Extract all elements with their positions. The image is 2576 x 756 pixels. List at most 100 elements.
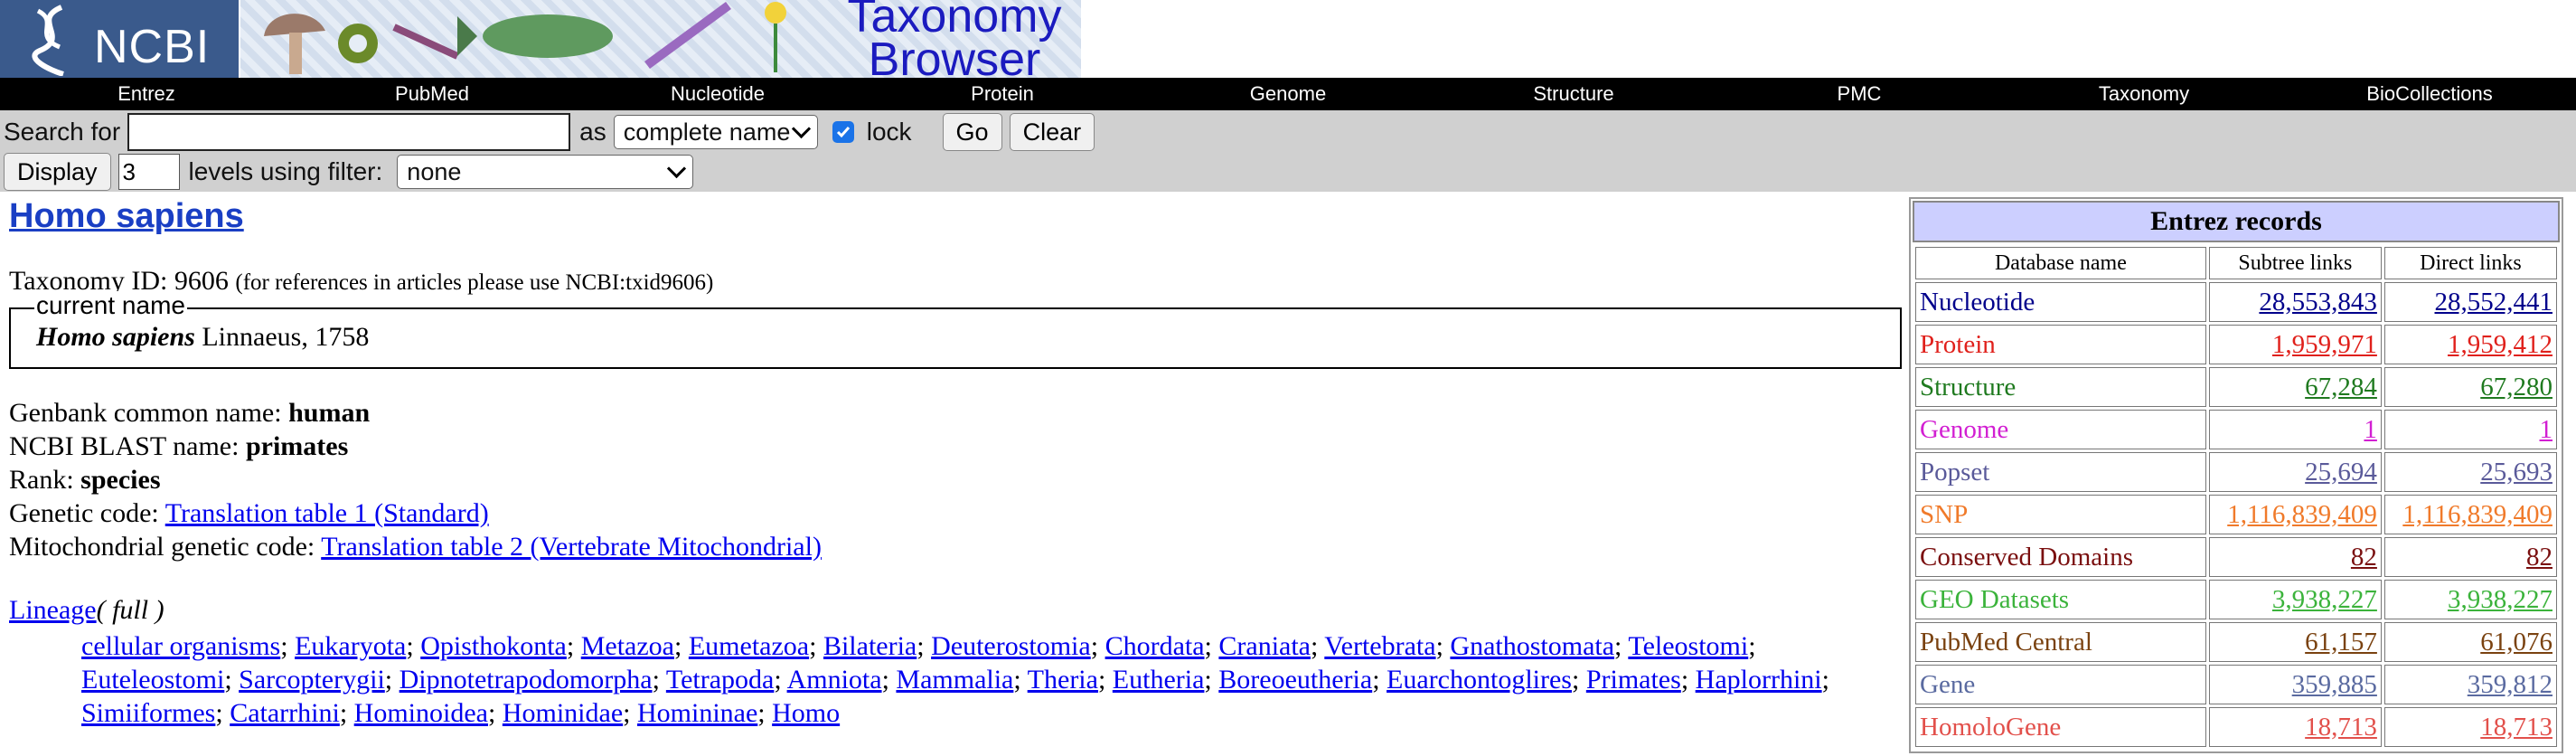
direct-links-cell-text[interactable]: 82 bbox=[2526, 543, 2552, 572]
lineage-item[interactable]: Metazoa bbox=[581, 631, 674, 661]
lineage-separator: ; bbox=[917, 631, 932, 661]
lineage-item[interactable]: Sarcopterygii bbox=[239, 665, 385, 695]
lineage-item[interactable]: Homo bbox=[772, 698, 840, 728]
search-input[interactable] bbox=[127, 113, 571, 151]
direct-links-cell-text[interactable]: 28,552,441 bbox=[2435, 288, 2553, 317]
lineage-item[interactable]: Gnathostomata bbox=[1450, 631, 1614, 661]
subtree-links-cell-text[interactable]: 1,959,971 bbox=[2272, 330, 2377, 359]
subtree-links-cell-text[interactable]: 1,116,839,409 bbox=[2227, 500, 2377, 529]
nav-item-taxonomy[interactable]: Taxonomy bbox=[2099, 78, 2189, 110]
lineage-item[interactable]: Craniata bbox=[1218, 631, 1311, 661]
direct-links-cell-text[interactable]: 18,713 bbox=[2480, 713, 2552, 742]
table-row: Conserved Domains 82 82 bbox=[1915, 537, 2557, 577]
lineage-item[interactable]: Primates bbox=[1586, 665, 1681, 695]
lineage-item[interactable]: Haplorrhini bbox=[1696, 665, 1822, 695]
levels-label: levels using filter: bbox=[188, 157, 383, 185]
display-button[interactable]: Display bbox=[4, 153, 111, 191]
database-name-cell: Protein bbox=[1915, 325, 2206, 364]
search-panel: Search for as complete name lock Go Clea… bbox=[0, 110, 2576, 192]
lineage-item[interactable]: Teleostomi bbox=[1628, 631, 1748, 661]
direct-links-cell-text[interactable]: 3,938,227 bbox=[2448, 585, 2552, 614]
taxon-title-link[interactable]: Homo sapiens bbox=[9, 197, 244, 236]
lineage-separator: ; bbox=[774, 665, 787, 695]
mito-code-link[interactable]: Translation table 2 (Vertebrate Mitochon… bbox=[321, 532, 822, 562]
lineage-item[interactable]: Tetrapoda bbox=[666, 665, 775, 695]
lineage-separator: ; bbox=[1680, 665, 1696, 695]
lineage-item[interactable]: Boreoeutheria bbox=[1218, 665, 1372, 695]
lineage-separator: ; bbox=[384, 665, 400, 695]
direct-links-cell-text[interactable]: 1,116,839,409 bbox=[2402, 500, 2552, 529]
blast-name-line: NCBI BLAST name: primates bbox=[9, 431, 348, 462]
direct-links-cell-text[interactable]: 359,812 bbox=[2468, 670, 2552, 699]
subtree-links-cell-text[interactable]: 1 bbox=[2364, 415, 2377, 444]
lineage-item[interactable]: Theria bbox=[1028, 665, 1098, 695]
nav-item-nucleotide[interactable]: Nucleotide bbox=[671, 78, 765, 110]
lineage-full-toggle[interactable]: ( full ) bbox=[97, 595, 165, 625]
direct-links-cell: 18,713 bbox=[2383, 707, 2557, 747]
lineage-item[interactable]: Hominidae bbox=[503, 698, 623, 728]
lineage-item[interactable]: Euarchontoglires bbox=[1387, 665, 1572, 695]
nav-item-genome[interactable]: Genome bbox=[1250, 78, 1326, 110]
subtree-links-cell-text[interactable]: 67,284 bbox=[2305, 373, 2377, 402]
direct-links-cell-text[interactable]: 67,280 bbox=[2480, 373, 2552, 402]
nav-item-pmc[interactable]: PMC bbox=[1838, 78, 1882, 110]
lineage-item[interactable]: Simiiformes bbox=[81, 698, 215, 728]
subtree-links-cell: 82 bbox=[2208, 537, 2382, 577]
column-header-database: Database name bbox=[1915, 247, 2206, 279]
lineage-item[interactable]: Homininae bbox=[637, 698, 757, 728]
lineage-item[interactable]: Amniota bbox=[787, 665, 882, 695]
table-row: Protein 1,959,971 1,959,412 bbox=[1915, 325, 2557, 364]
lineage-item[interactable]: Eumetazoa bbox=[689, 631, 809, 661]
lineage-item[interactable]: Bilateria bbox=[823, 631, 917, 661]
lineage-item[interactable]: Dipnotetrapodomorpha bbox=[400, 665, 653, 695]
go-button[interactable]: Go bbox=[942, 113, 1002, 151]
lineage-item[interactable]: Euteleostomi bbox=[81, 665, 224, 695]
lineage-item[interactable]: Eukaryota bbox=[295, 631, 406, 661]
lineage-separator: ; bbox=[1571, 665, 1586, 695]
lineage-separator: ; bbox=[1311, 631, 1325, 661]
database-name-cell: Genome bbox=[1915, 410, 2206, 449]
subtree-links-cell-text[interactable]: 28,553,843 bbox=[2259, 288, 2377, 317]
search-for-label: Search for bbox=[4, 118, 121, 146]
subtree-links-cell-text[interactable]: 359,885 bbox=[2292, 670, 2377, 699]
lineage-item[interactable]: Opisthokonta bbox=[420, 631, 567, 661]
direct-links-cell-text[interactable]: 25,693 bbox=[2480, 458, 2552, 487]
subtree-links-cell-text[interactable]: 61,157 bbox=[2305, 628, 2377, 657]
nav-item-pubmed[interactable]: PubMed bbox=[395, 78, 469, 110]
search-row: Search for as complete name lock Go Clea… bbox=[4, 112, 1095, 152]
nav-item-structure[interactable]: Structure bbox=[1533, 78, 1613, 110]
name-type-select[interactable]: complete name bbox=[613, 115, 818, 149]
subtree-links-cell-text[interactable]: 82 bbox=[2351, 543, 2377, 572]
nav-item-entrez[interactable]: Entrez bbox=[118, 78, 175, 110]
lineage-item[interactable]: Chordata bbox=[1105, 631, 1205, 661]
lineage-item[interactable]: cellular organisms bbox=[81, 631, 280, 661]
database-name-cell-text: SNP bbox=[1920, 499, 1969, 529]
subtree-links-cell-text[interactable]: 18,713 bbox=[2305, 713, 2377, 742]
lineage-separator: ; bbox=[339, 698, 354, 728]
lineage-item[interactable]: Vertebrata bbox=[1324, 631, 1435, 661]
as-label: as bbox=[579, 118, 606, 146]
nav-item-biocollections[interactable]: BioCollections bbox=[2366, 78, 2492, 110]
lineage-item[interactable]: Eutheria bbox=[1113, 665, 1205, 695]
subtree-links-cell-text[interactable]: 25,694 bbox=[2305, 458, 2377, 487]
lineage-link[interactable]: Lineage bbox=[9, 595, 97, 625]
subtree-links-cell: 3,938,227 bbox=[2208, 580, 2382, 619]
direct-links-cell-text[interactable]: 1,959,412 bbox=[2448, 330, 2552, 359]
lineage-item[interactable]: Deuterostomia bbox=[931, 631, 1091, 661]
ncbi-logo[interactable]: NCBI bbox=[0, 0, 239, 78]
nav-item-protein[interactable]: Protein bbox=[971, 78, 1034, 110]
lineage-item[interactable]: Catarrhini bbox=[230, 698, 340, 728]
genetic-code-link[interactable]: Translation table 1 (Standard) bbox=[165, 498, 489, 528]
lineage-item[interactable]: Mammalia bbox=[896, 665, 1013, 695]
subtree-links-cell-text[interactable]: 3,938,227 bbox=[2272, 585, 2377, 614]
lock-checkbox[interactable] bbox=[832, 121, 854, 143]
lineage-item[interactable]: Hominoidea bbox=[354, 698, 488, 728]
direct-links-cell-text[interactable]: 61,076 bbox=[2480, 628, 2552, 657]
genetic-code-line: Genetic code: Translation table 1 (Stand… bbox=[9, 498, 489, 529]
filter-select[interactable]: none bbox=[397, 155, 694, 189]
direct-links-cell-text[interactable]: 1 bbox=[2540, 415, 2553, 444]
lineage-separator: ; bbox=[406, 631, 421, 661]
mito-code-label: Mitochondrial genetic code: bbox=[9, 532, 322, 562]
clear-button[interactable]: Clear bbox=[1009, 113, 1095, 151]
levels-input[interactable] bbox=[118, 154, 180, 190]
